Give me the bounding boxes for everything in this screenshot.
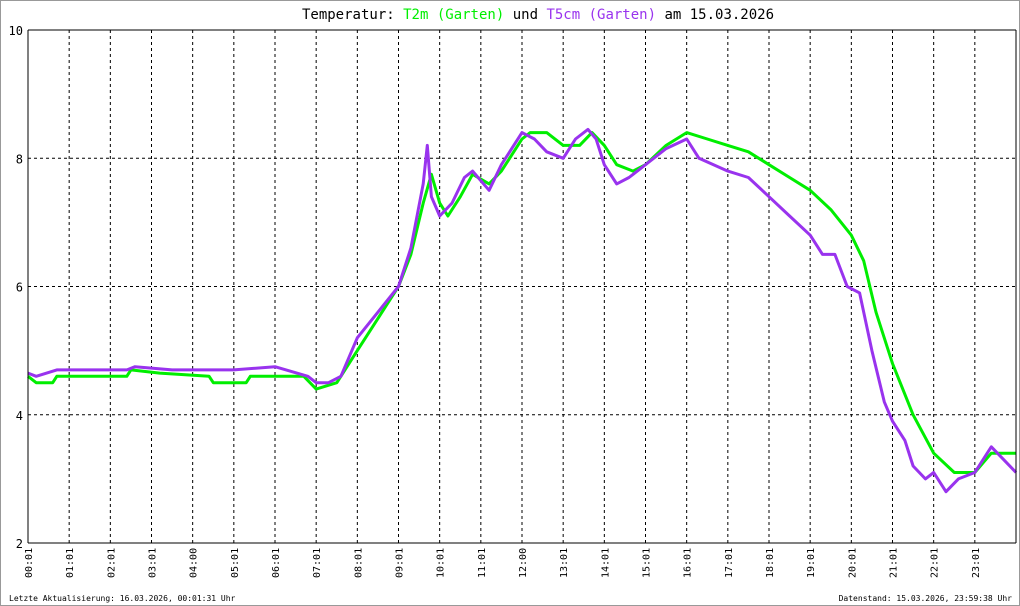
x-tick-label: 07:01 xyxy=(312,548,323,578)
x-tick-label: 10:01 xyxy=(436,548,447,578)
x-tick-label: 17:01 xyxy=(724,548,735,578)
y-tick-label: 4 xyxy=(16,409,23,423)
y-tick-label: 10 xyxy=(9,24,23,38)
x-tick-label: 08:01 xyxy=(353,548,364,578)
x-tick-label: 02:01 xyxy=(106,548,117,578)
last-update-text: Letzte Aktualisierung: 16.03.2026, 00:01… xyxy=(9,594,236,603)
y-tick-label: 6 xyxy=(16,281,23,295)
temperature-chart: Temperatur: T2m (Garten) und T5cm (Garte… xyxy=(9,7,1018,578)
x-tick-label: 19:01 xyxy=(806,548,817,578)
x-tick-label: 06:01 xyxy=(271,548,282,578)
x-tick-label: 13:01 xyxy=(559,548,570,578)
x-tick-label: 16:01 xyxy=(683,548,694,578)
series-line-t5cm xyxy=(27,127,1018,494)
x-tick-label: 03:01 xyxy=(148,548,159,578)
y-tick-label: 2 xyxy=(16,537,23,551)
y-tick-label: 8 xyxy=(16,152,23,166)
x-tick-label: 00:01 xyxy=(24,548,35,578)
x-tick-label: 01:01 xyxy=(65,548,76,578)
chart-title: Temperatur: T2m (Garten) und T5cm (Garte… xyxy=(302,7,774,23)
x-tick-label: 09:01 xyxy=(395,548,406,578)
title-prefix: Temperatur: xyxy=(302,7,403,23)
x-tick-label: 20:01 xyxy=(847,548,858,578)
title-suffix: am 15.03.2026 xyxy=(656,7,774,23)
title-mid: und xyxy=(504,7,546,23)
x-tick-label: 12:00 xyxy=(518,548,529,578)
data-timestamp-text: Datenstand: 15.03.2026, 23:59:38 Uhr xyxy=(838,594,1012,603)
x-tick-label: 18:01 xyxy=(765,548,776,578)
x-tick-label: 11:01 xyxy=(477,548,488,578)
x-tick-label: 05:01 xyxy=(230,548,241,578)
x-tick-label: 22:01 xyxy=(930,548,941,578)
x-tick-label: 15:01 xyxy=(642,548,653,578)
title-series-t2m: T2m (Garten) xyxy=(403,7,504,23)
x-tick-label: 21:01 xyxy=(889,548,900,578)
title-series-t5cm: T5cm (Garten) xyxy=(546,7,656,23)
x-tick-label: 23:01 xyxy=(971,548,982,578)
x-tick-label: 04:00 xyxy=(189,548,200,578)
x-tick-label: 14:01 xyxy=(600,548,611,578)
